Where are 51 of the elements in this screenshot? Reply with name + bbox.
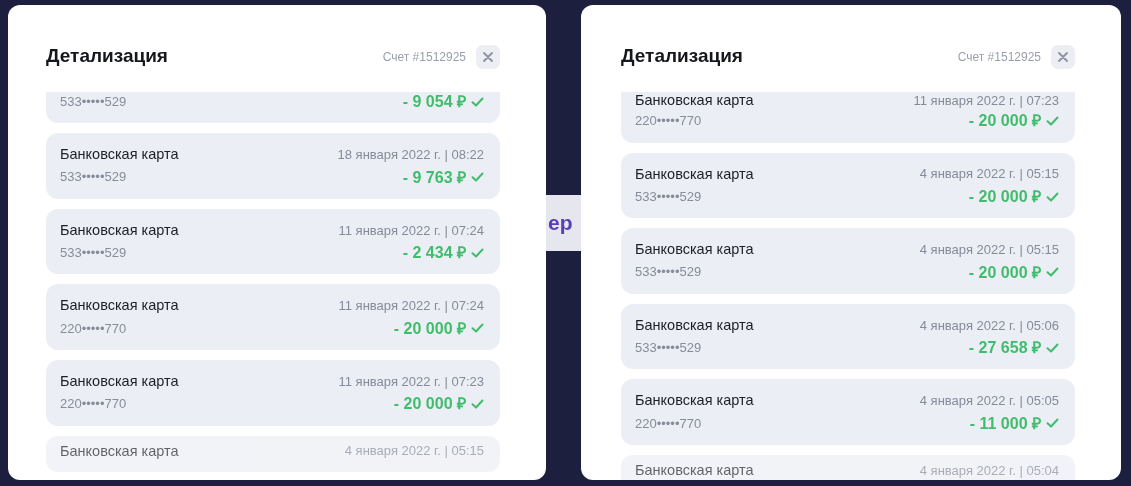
payment-method: Банковская карта: [635, 241, 754, 259]
payment-method: Банковская карта: [635, 165, 754, 183]
transaction-date: 11 января 2022 г. | 07:23: [338, 373, 484, 390]
card-number: 220•••••770: [60, 320, 127, 337]
close-button[interactable]: [476, 44, 500, 69]
amount: - 27 658 ₽: [968, 338, 1041, 358]
payment-method: Банковская карта: [635, 392, 754, 410]
transaction-date: 4 января 2022 г. | 05:15: [344, 443, 484, 459]
modal-title: Детализация: [621, 44, 743, 69]
card-number: 220•••••770: [635, 113, 702, 129]
amount: - 11 000 ₽: [969, 413, 1041, 433]
amount: - 20 000 ₽: [968, 262, 1041, 282]
card-number: 533•••••529: [60, 93, 127, 110]
transaction-date: 11 января 2022 г. | 07:23: [913, 92, 1059, 109]
payment-method: Банковская карта: [635, 461, 754, 480]
transaction-date: 4 января 2022 г. | 05:06: [919, 317, 1059, 334]
card-number: 533•••••529: [635, 264, 702, 280]
transaction-date: 11 января 2022 г. | 07:24: [338, 222, 484, 239]
amount: - 20 000 ₽: [393, 394, 466, 414]
payment-method: Банковская карта: [60, 372, 179, 391]
amount: - 20 000 ₽: [968, 111, 1041, 131]
card-number: 533•••••529: [60, 169, 127, 185]
close-icon: [483, 51, 493, 62]
amount: - 9 054 ₽: [402, 92, 466, 112]
amount: - 9 763 ₽: [402, 167, 466, 187]
payment-method: Банковская карта: [60, 221, 179, 240]
close-button[interactable]: [1051, 44, 1075, 69]
payment-method: Банковская карта: [60, 146, 179, 164]
card-number: 220•••••770: [635, 415, 702, 432]
card-number: 533•••••529: [635, 339, 702, 356]
close-icon: [1058, 51, 1068, 62]
card-number: 220•••••770: [60, 396, 127, 412]
transaction-date: 4 января 2022 г. | 05:05: [919, 393, 1059, 409]
card-number: 533•••••529: [635, 188, 702, 205]
amount: - 20 000 ₽: [393, 318, 466, 338]
transaction-date: 4 января 2022 г. | 05:15: [919, 166, 1059, 183]
payment-method: Банковская карта: [60, 297, 179, 315]
transaction-date: 11 января 2022 г. | 07:24: [338, 298, 484, 314]
transaction-date: 4 января 2022 г. | 05:04: [919, 462, 1059, 479]
transaction-date: 4 января 2022 г. | 05:15: [919, 242, 1059, 258]
payment-method: Банковская карта: [635, 92, 754, 110]
payment-method: Банковская карта: [60, 442, 179, 460]
transaction-date: 18 января 2022 г. | 08:22: [337, 147, 484, 163]
payment-method: Банковская карта: [635, 316, 754, 335]
background-heading: ер: [548, 210, 573, 237]
modal-title: Детализация: [46, 44, 168, 69]
amount: - 2 434 ₽: [402, 243, 466, 263]
account-number: Счет #1512925: [957, 48, 1041, 66]
card-number: 533•••••529: [60, 244, 127, 261]
account-number: Счет #1512925: [382, 48, 466, 66]
amount: - 20 000 ₽: [968, 186, 1041, 207]
